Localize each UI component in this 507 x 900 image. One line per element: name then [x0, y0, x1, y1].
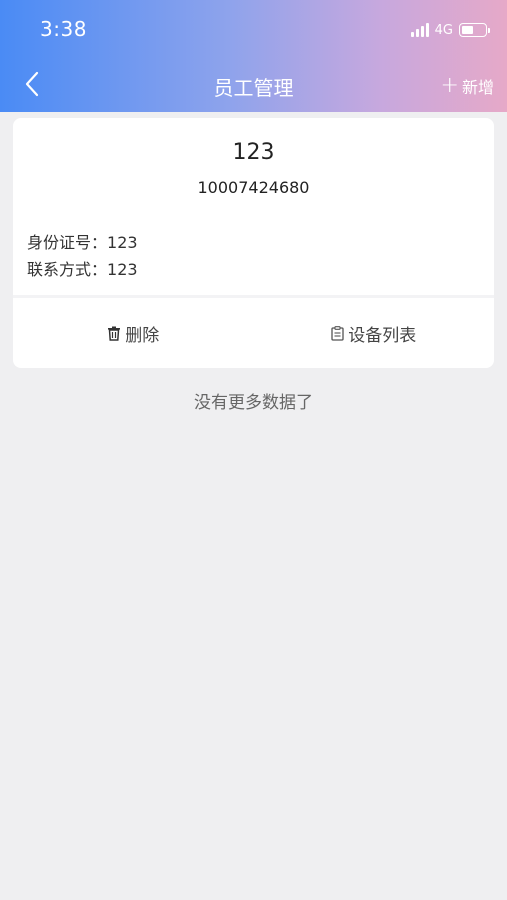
id-number-label: 身份证号： [27, 233, 108, 252]
id-number-row: 身份证号：123 [27, 229, 138, 253]
device-list-button[interactable]: 设备列表 [254, 298, 495, 368]
status-indicators: 4G [410, 20, 490, 40]
delete-button[interactable]: 删除 [13, 298, 254, 368]
battery-icon [459, 23, 490, 37]
device-list-label: 设备列表 [348, 325, 417, 346]
add-label: 新增 [461, 78, 494, 97]
contact-row: 联系方式：123 [27, 256, 138, 280]
clipboard-icon [331, 325, 344, 341]
network-type: 4G [434, 22, 453, 38]
contact-value: 123 [107, 260, 138, 279]
add-employee-button[interactable]: + 新增 [441, 74, 494, 98]
list-end-text: 没有更多数据了 [194, 393, 313, 413]
card-actions: 删除 设备列表 [13, 298, 494, 368]
id-number-value: 123 [107, 233, 138, 252]
plus-icon: + [440, 73, 459, 98]
employee-card: 123 10007424680 身份证号：123 联系方式：123 删除 设备列… [13, 118, 494, 368]
page-title: 员工管理 [213, 76, 294, 100]
signal-icon [410, 23, 429, 37]
top-bar: 3:38 4G 员工管理 + 新增 [0, 0, 507, 112]
contact-label: 联系方式： [27, 260, 108, 279]
employee-phone: 10007424680 [197, 178, 310, 197]
trash-icon [108, 326, 121, 341]
status-time: 3:38 [40, 17, 87, 41]
delete-label: 删除 [125, 325, 160, 346]
employee-name: 123 [232, 140, 275, 165]
